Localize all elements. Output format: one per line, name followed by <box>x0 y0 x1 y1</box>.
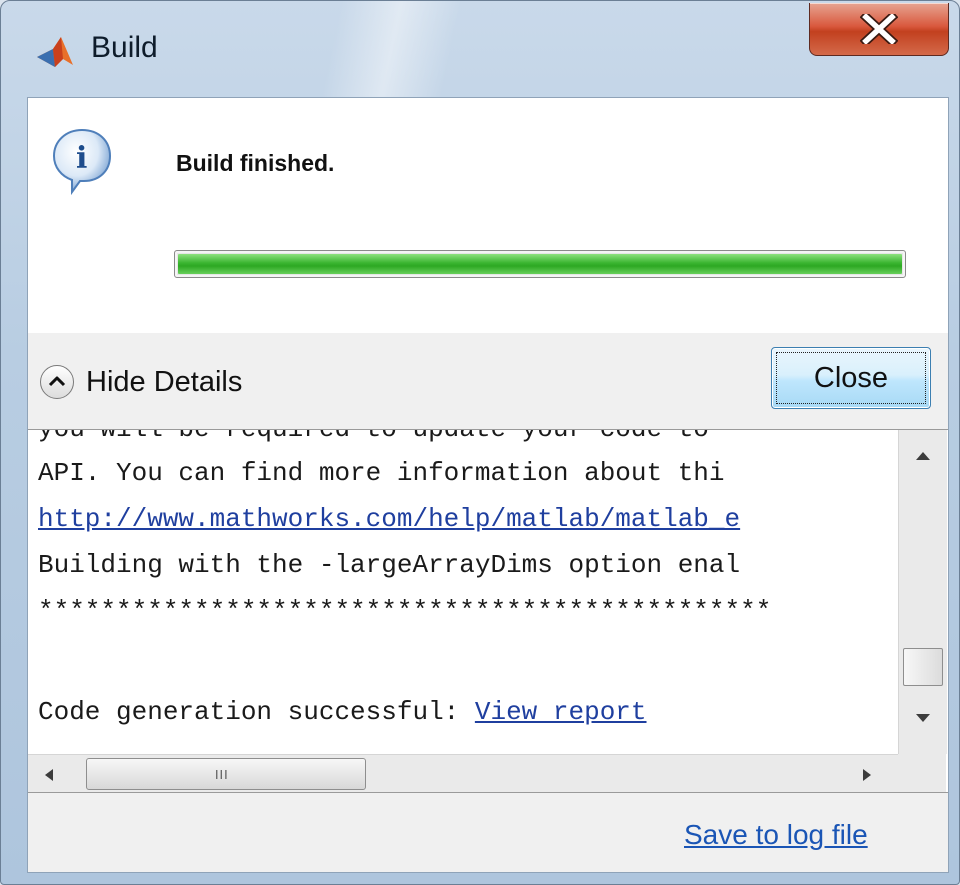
build-progress-bar <box>174 250 906 278</box>
build-dialog: Build i Build finished. Hide Details Clo… <box>0 0 960 885</box>
vertical-scrollbar[interactable] <box>898 430 947 754</box>
close-button-label: Close <box>776 352 926 404</box>
log-line: API. You can find more information about… <box>38 458 725 488</box>
hide-details-toggle[interactable]: Hide Details <box>40 364 242 400</box>
matlab-logo-icon <box>35 35 75 69</box>
log-line: you will be required to update your code… <box>38 430 709 444</box>
progress-fill <box>178 254 902 274</box>
log-text-area[interactable]: you will be required to update your code… <box>28 430 896 754</box>
horizontal-scrollbar[interactable]: III <box>28 754 898 792</box>
log-line: ****************************************… <box>38 596 772 626</box>
scroll-corner <box>898 754 946 792</box>
title-bar[interactable]: Build <box>1 1 959 97</box>
log-line: Code generation successful: View report <box>38 697 647 727</box>
window-title: Build <box>91 31 158 64</box>
horizontal-scroll-thumb[interactable]: III <box>86 758 366 790</box>
window-close-button[interactable] <box>809 3 949 56</box>
arrow-right-icon[interactable] <box>862 768 872 787</box>
dialog-body: i Build finished. Hide Details Close you… <box>27 97 949 873</box>
scroll-grip: III <box>215 768 229 782</box>
view-report-link[interactable]: View report <box>475 697 647 727</box>
chevron-up-icon <box>40 365 74 399</box>
svg-text:i: i <box>76 141 87 176</box>
log-line-text: Code generation successful: <box>38 697 475 727</box>
help-link[interactable]: http://www.mathworks.com/help/matlab/mat… <box>38 504 740 534</box>
status-panel: i Build finished. <box>28 98 948 333</box>
log-line: http://www.mathworks.com/help/matlab/mat… <box>38 504 740 534</box>
hide-details-label: Hide Details <box>86 365 243 398</box>
arrow-down-icon[interactable] <box>915 710 931 728</box>
build-log[interactable]: you will be required to update your code… <box>28 429 948 793</box>
status-message: Build finished. <box>176 150 335 176</box>
log-line: Building with the -largeArrayDims option… <box>38 550 741 580</box>
vertical-scroll-thumb[interactable] <box>903 648 943 686</box>
close-icon <box>860 14 898 44</box>
arrow-left-icon[interactable] <box>44 768 54 787</box>
info-icon: i <box>50 126 120 196</box>
arrow-up-icon[interactable] <box>915 448 931 466</box>
close-button[interactable]: Close <box>771 347 931 409</box>
save-to-log-link[interactable]: Save to log file <box>684 819 868 851</box>
